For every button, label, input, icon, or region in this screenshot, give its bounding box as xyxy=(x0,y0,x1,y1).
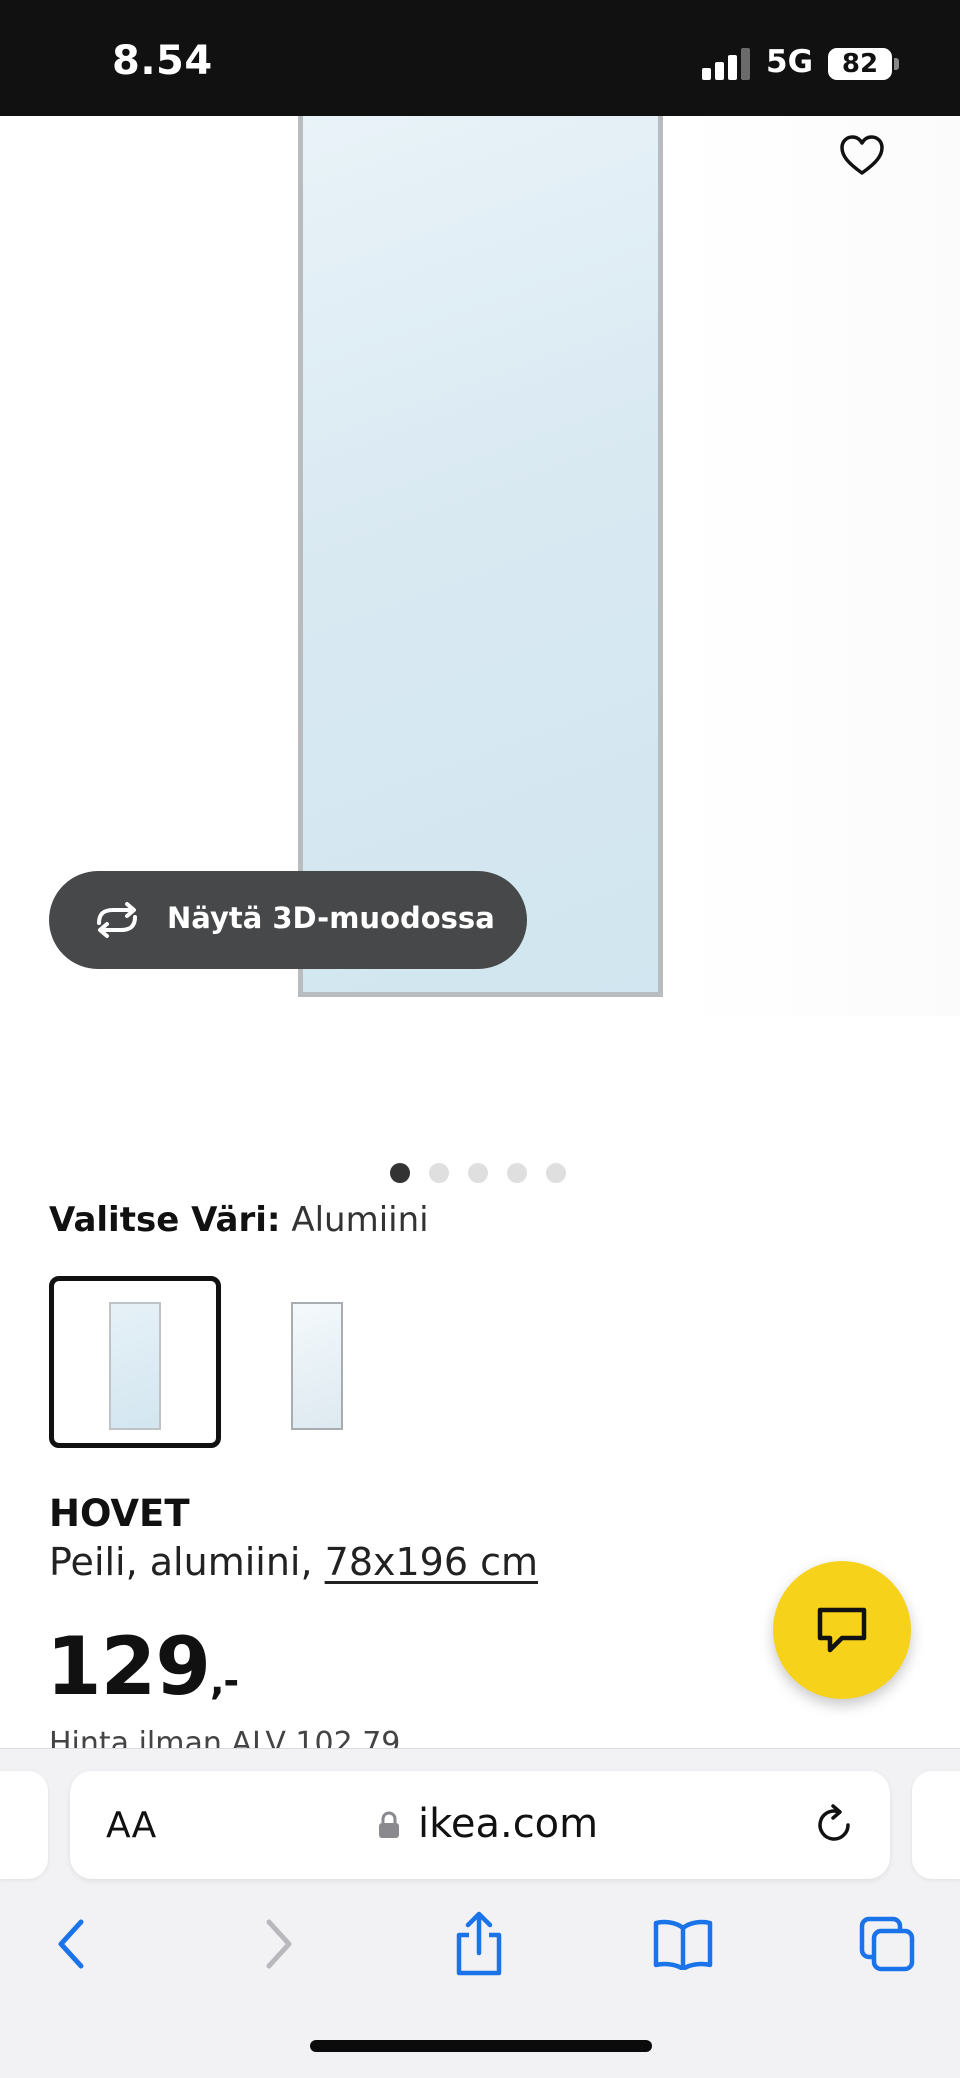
chat-bubble-icon xyxy=(817,1607,867,1653)
forward-button[interactable] xyxy=(234,1899,324,1989)
color-selection-heading: Valitse Väri: Alumiini xyxy=(49,1200,429,1240)
tabs-icon xyxy=(859,1916,915,1972)
gallery-dot[interactable] xyxy=(429,1163,449,1183)
next-tab-preview[interactable] xyxy=(912,1771,960,1879)
aa-label: AA xyxy=(106,1805,157,1846)
heart-icon xyxy=(840,135,884,175)
product-price: 129,- xyxy=(46,1620,239,1713)
battery-cap xyxy=(894,58,899,70)
favorite-button[interactable] xyxy=(838,132,886,180)
address-bar[interactable]: AA ikea.com xyxy=(70,1771,890,1879)
color-label: Valitse Väri: xyxy=(49,1200,281,1240)
color-value: Alumiini xyxy=(291,1200,429,1240)
back-button[interactable] xyxy=(26,1899,116,1989)
color-swatch-aluminium[interactable] xyxy=(49,1276,221,1448)
gallery-dot[interactable] xyxy=(546,1163,566,1183)
share-icon xyxy=(456,1911,502,1976)
status-bar: 8.54 5G 82 xyxy=(0,0,960,116)
swatch-thumbnail xyxy=(109,1302,161,1430)
signal-strength-icon xyxy=(702,48,752,80)
bookmarks-icon xyxy=(653,1919,713,1970)
url-text[interactable]: ikea.com xyxy=(418,1801,598,1847)
view-3d-label: Näytä 3D-muodossa xyxy=(167,901,495,935)
gallery-dot[interactable] xyxy=(390,1163,410,1183)
product-gallery[interactable]: Näytä 3D-muodossa xyxy=(0,116,960,1183)
color-swatch-white[interactable] xyxy=(228,1276,400,1448)
view-3d-button[interactable]: Näytä 3D-muodossa xyxy=(49,871,527,969)
product-image-mirror[interactable] xyxy=(298,116,663,997)
browser-toolbar xyxy=(0,1899,960,1989)
reload-icon[interactable] xyxy=(812,1803,856,1847)
gallery-dot[interactable] xyxy=(468,1163,488,1183)
previous-tab-preview[interactable] xyxy=(0,1771,48,1879)
tabs-button[interactable] xyxy=(842,1899,932,1989)
gallery-background xyxy=(680,116,960,1016)
home-indicator[interactable] xyxy=(310,2040,652,2052)
share-button[interactable] xyxy=(434,1899,524,1989)
price-without-vat: Hinta ilman ALV 102,79 xyxy=(49,1726,401,1748)
battery-level: 82 xyxy=(828,48,892,80)
product-description: Peili, alumiini, 78x196 cm xyxy=(49,1540,538,1584)
forward-icon xyxy=(266,1919,292,1969)
gallery-dot[interactable] xyxy=(507,1163,527,1183)
product-name: HOVET xyxy=(49,1492,190,1535)
status-time: 8.54 xyxy=(112,38,213,84)
price-suffix: ,- xyxy=(210,1659,239,1703)
product-size-link[interactable]: 78x196 cm xyxy=(325,1540,538,1584)
browser-chrome: AA ikea.com xyxy=(0,1748,960,2078)
chat-button[interactable] xyxy=(773,1561,911,1699)
price-main: 129 xyxy=(46,1620,211,1713)
rotate-arrows-icon xyxy=(97,902,137,938)
page-settings-button[interactable]: AA xyxy=(106,1805,156,1846)
product-type: Peili, alumiini, xyxy=(49,1540,325,1584)
network-type: 5G xyxy=(766,44,814,80)
bookmarks-button[interactable] xyxy=(638,1899,728,1989)
lock-icon xyxy=(379,1811,399,1838)
swatch-thumbnail xyxy=(291,1302,343,1430)
back-icon xyxy=(58,1919,84,1969)
